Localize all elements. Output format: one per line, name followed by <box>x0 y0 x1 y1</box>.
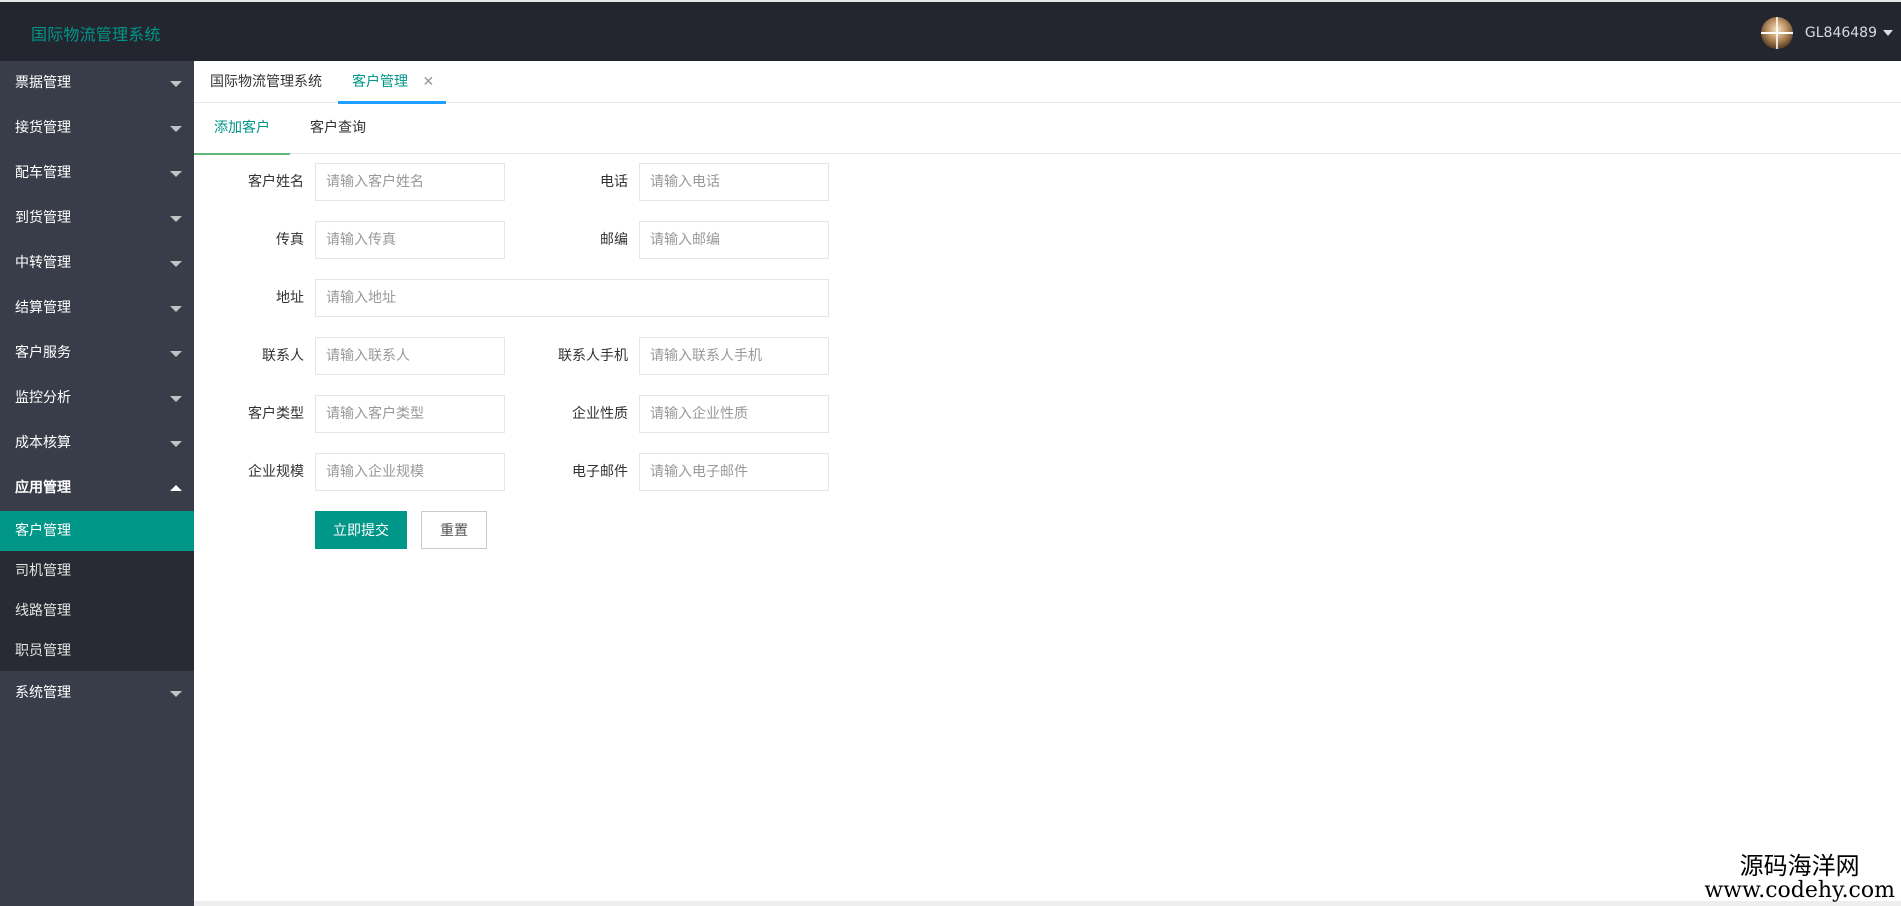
submit-button[interactable]: 立即提交 <box>315 511 407 549</box>
app-title[interactable]: 国际物流管理系统 <box>31 21 161 45</box>
sidebar-subitem-drivers[interactable]: 司机管理 <box>0 551 194 591</box>
username[interactable]: GL846489 <box>1805 25 1877 41</box>
sidebar-item-label: 中转管理 <box>15 255 71 271</box>
sidebar: 票据管理 接货管理 配车管理 到货管理 中转管理 结算管理 客户服务 监控分析 … <box>0 61 194 906</box>
sidebar-item-system[interactable]: 系统管理 <box>0 671 194 716</box>
sidebar-item-label: 客户服务 <box>15 345 71 361</box>
sidebar-subitem-customers[interactable]: 客户管理 <box>0 511 194 551</box>
fax-label: 传真 <box>276 232 304 248</box>
sidebar-item-label: 系统管理 <box>15 685 71 701</box>
name-label: 客户姓名 <box>248 174 304 190</box>
chevron-down-icon <box>170 306 182 312</box>
main-content: 国际物流管理系统 客户管理 ✕ 添加客户 客户查询 客户姓名 电话 传真 邮编 … <box>194 61 1901 906</box>
phone-label: 电话 <box>600 174 628 190</box>
chevron-down-icon <box>170 691 182 697</box>
chevron-down-icon <box>170 126 182 132</box>
company-scale-input[interactable] <box>315 453 505 491</box>
email-input[interactable] <box>639 453 829 491</box>
sidebar-item-arrival[interactable]: 到货管理 <box>0 196 194 241</box>
top-header: 国际物流管理系统 GL846489 <box>0 0 1901 61</box>
contact-input[interactable] <box>315 337 505 375</box>
chevron-down-icon <box>170 171 182 177</box>
fax-input[interactable] <box>315 221 505 259</box>
chevron-down-icon <box>170 441 182 447</box>
sidebar-item-label: 票据管理 <box>15 75 71 91</box>
sidebar-item-dispatch[interactable]: 配车管理 <box>0 151 194 196</box>
page-tabs: 国际物流管理系统 客户管理 ✕ <box>194 61 1901 104</box>
company-nature-input[interactable] <box>639 395 829 433</box>
address-label: 地址 <box>276 290 304 306</box>
chevron-up-icon <box>170 485 182 491</box>
reset-button[interactable]: 重置 <box>421 511 487 549</box>
company-nature-label: 企业性质 <box>572 406 628 422</box>
customer-name-input[interactable] <box>315 163 505 201</box>
sidebar-item-label: 结算管理 <box>15 300 71 316</box>
customer-type-label: 客户类型 <box>248 406 304 422</box>
contact-mobile-label: 联系人手机 <box>558 348 628 364</box>
chevron-down-icon <box>170 351 182 357</box>
contact-label: 联系人 <box>262 348 304 364</box>
sidebar-item-label: 成本核算 <box>15 435 71 451</box>
chevron-down-icon[interactable] <box>1883 30 1893 36</box>
sidebar-item-application[interactable]: 应用管理 <box>0 466 194 511</box>
sidebar-item-settlement[interactable]: 结算管理 <box>0 286 194 331</box>
sidebar-item-bills[interactable]: 票据管理 <box>0 61 194 106</box>
bottom-scroll-track <box>194 901 1901 906</box>
chevron-down-icon <box>170 261 182 267</box>
sidebar-item-label: 配车管理 <box>15 165 71 181</box>
address-input[interactable] <box>315 279 829 317</box>
tab-label: 国际物流管理系统 <box>210 74 322 90</box>
sidebar-item-label: 到货管理 <box>15 210 71 226</box>
user-menu[interactable]: GL846489 <box>1760 15 1893 51</box>
avatar[interactable] <box>1760 17 1793 49</box>
contact-mobile-input[interactable] <box>639 337 829 375</box>
chevron-down-icon <box>170 396 182 402</box>
chevron-down-icon <box>170 81 182 87</box>
company-scale-label: 企业规模 <box>248 464 304 480</box>
tab-customer-management[interactable]: 客户管理 ✕ <box>337 61 447 104</box>
close-icon[interactable]: ✕ <box>422 74 434 90</box>
postcode-input[interactable] <box>639 221 829 259</box>
phone-input[interactable] <box>639 163 829 201</box>
sidebar-item-label: 接货管理 <box>15 120 71 136</box>
chevron-down-icon <box>170 216 182 222</box>
tab-customer-query[interactable]: 客户查询 <box>310 103 366 154</box>
tab-add-customer[interactable]: 添加客户 <box>194 103 290 155</box>
tab-home[interactable]: 国际物流管理系统 <box>210 61 322 103</box>
sub-tabs: 添加客户 客户查询 <box>194 103 1901 155</box>
sidebar-item-customer-service[interactable]: 客户服务 <box>0 331 194 376</box>
sidebar-item-pickup[interactable]: 接货管理 <box>0 106 194 151</box>
submenu-application: 客户管理 司机管理 线路管理 职员管理 <box>0 511 194 671</box>
watermark-text: 源码海洋网 <box>1739 851 1860 880</box>
sidebar-subitem-staff[interactable]: 职员管理 <box>0 631 194 671</box>
postcode-label: 邮编 <box>600 232 628 248</box>
email-label: 电子邮件 <box>572 464 628 480</box>
sidebar-item-transfer[interactable]: 中转管理 <box>0 241 194 286</box>
customer-type-input[interactable] <box>315 395 505 433</box>
sidebar-item-costing[interactable]: 成本核算 <box>0 421 194 466</box>
tab-label: 客户管理 <box>352 74 408 90</box>
sidebar-item-monitoring[interactable]: 监控分析 <box>0 376 194 421</box>
sidebar-item-label: 监控分析 <box>15 390 71 406</box>
sidebar-item-label: 应用管理 <box>15 480 71 496</box>
sidebar-subitem-routes[interactable]: 线路管理 <box>0 591 194 631</box>
watermark-url: www.codehy.com <box>1704 877 1895 903</box>
watermark: 源码海洋网 www.codehy.com <box>1704 851 1895 903</box>
